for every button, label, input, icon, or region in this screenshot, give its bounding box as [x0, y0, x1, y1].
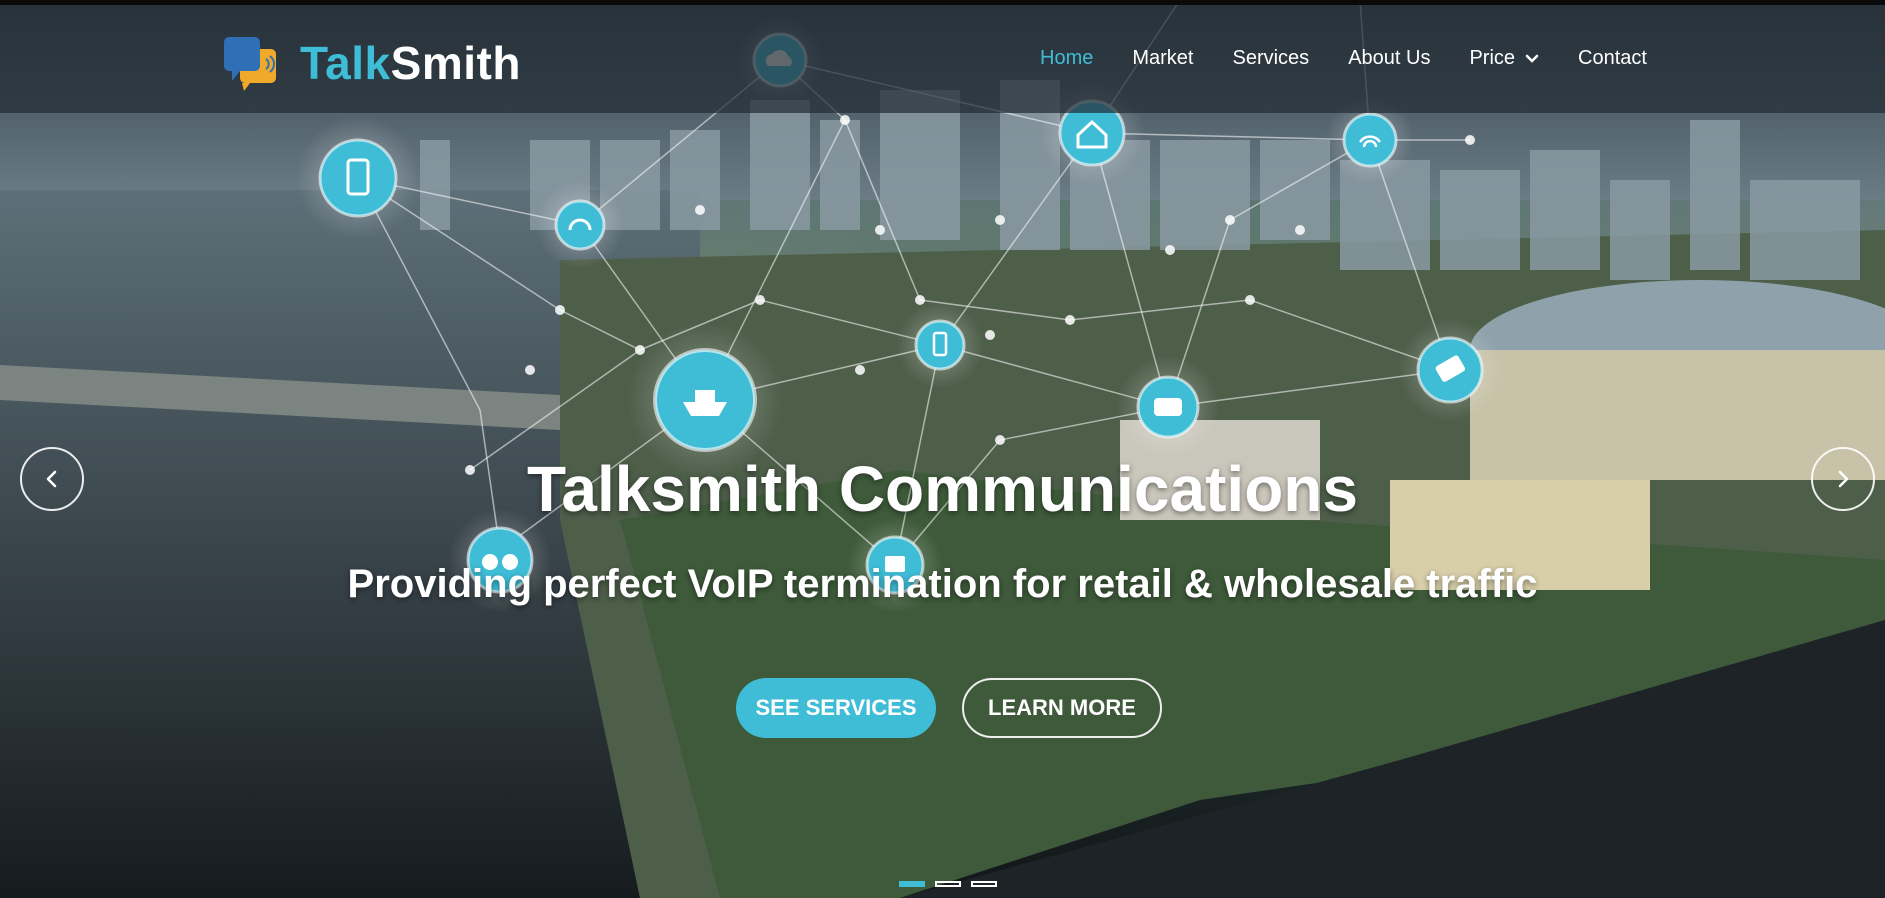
slider-dots: [899, 881, 1007, 887]
brand-logo[interactable]: TalkSmith: [222, 33, 521, 93]
nav-services[interactable]: Services: [1232, 47, 1309, 70]
hero-background-image: [0, 0, 1885, 898]
chat-bubbles-icon: [224, 37, 276, 91]
slider-dot-2[interactable]: [935, 881, 961, 887]
main-nav: Home Market Services About Us Price Cont…: [1040, 47, 1686, 70]
chevron-down-icon: [1525, 54, 1539, 63]
nav-price-label: Price: [1469, 47, 1516, 69]
brand-name-smith: Smith: [390, 37, 521, 89]
brand-name-talk: Talk: [300, 37, 391, 89]
nav-market[interactable]: Market: [1132, 47, 1193, 70]
hero-cta-group: SEE SERVICES LEARN MORE: [736, 678, 1162, 738]
slider-dot-3[interactable]: [971, 881, 997, 887]
hero-section: TalkSmith Home Market Services About Us …: [0, 0, 1885, 898]
hero-subtitle: Providing perfect VoIP termination for r…: [347, 562, 1538, 606]
navbar: TalkSmith Home Market Services About Us …: [0, 5, 1885, 113]
learn-more-button[interactable]: LEARN MORE: [962, 678, 1162, 738]
hero-title: Talksmith Communications: [527, 453, 1358, 525]
nav-contact[interactable]: Contact: [1578, 47, 1647, 70]
nav-price[interactable]: Price: [1469, 47, 1539, 70]
nav-about-us[interactable]: About Us: [1348, 47, 1430, 70]
brand-name: TalkSmith: [300, 36, 521, 90]
slider-dot-1[interactable]: [899, 881, 925, 887]
see-services-button[interactable]: SEE SERVICES: [736, 678, 936, 738]
nav-home[interactable]: Home: [1040, 47, 1093, 70]
